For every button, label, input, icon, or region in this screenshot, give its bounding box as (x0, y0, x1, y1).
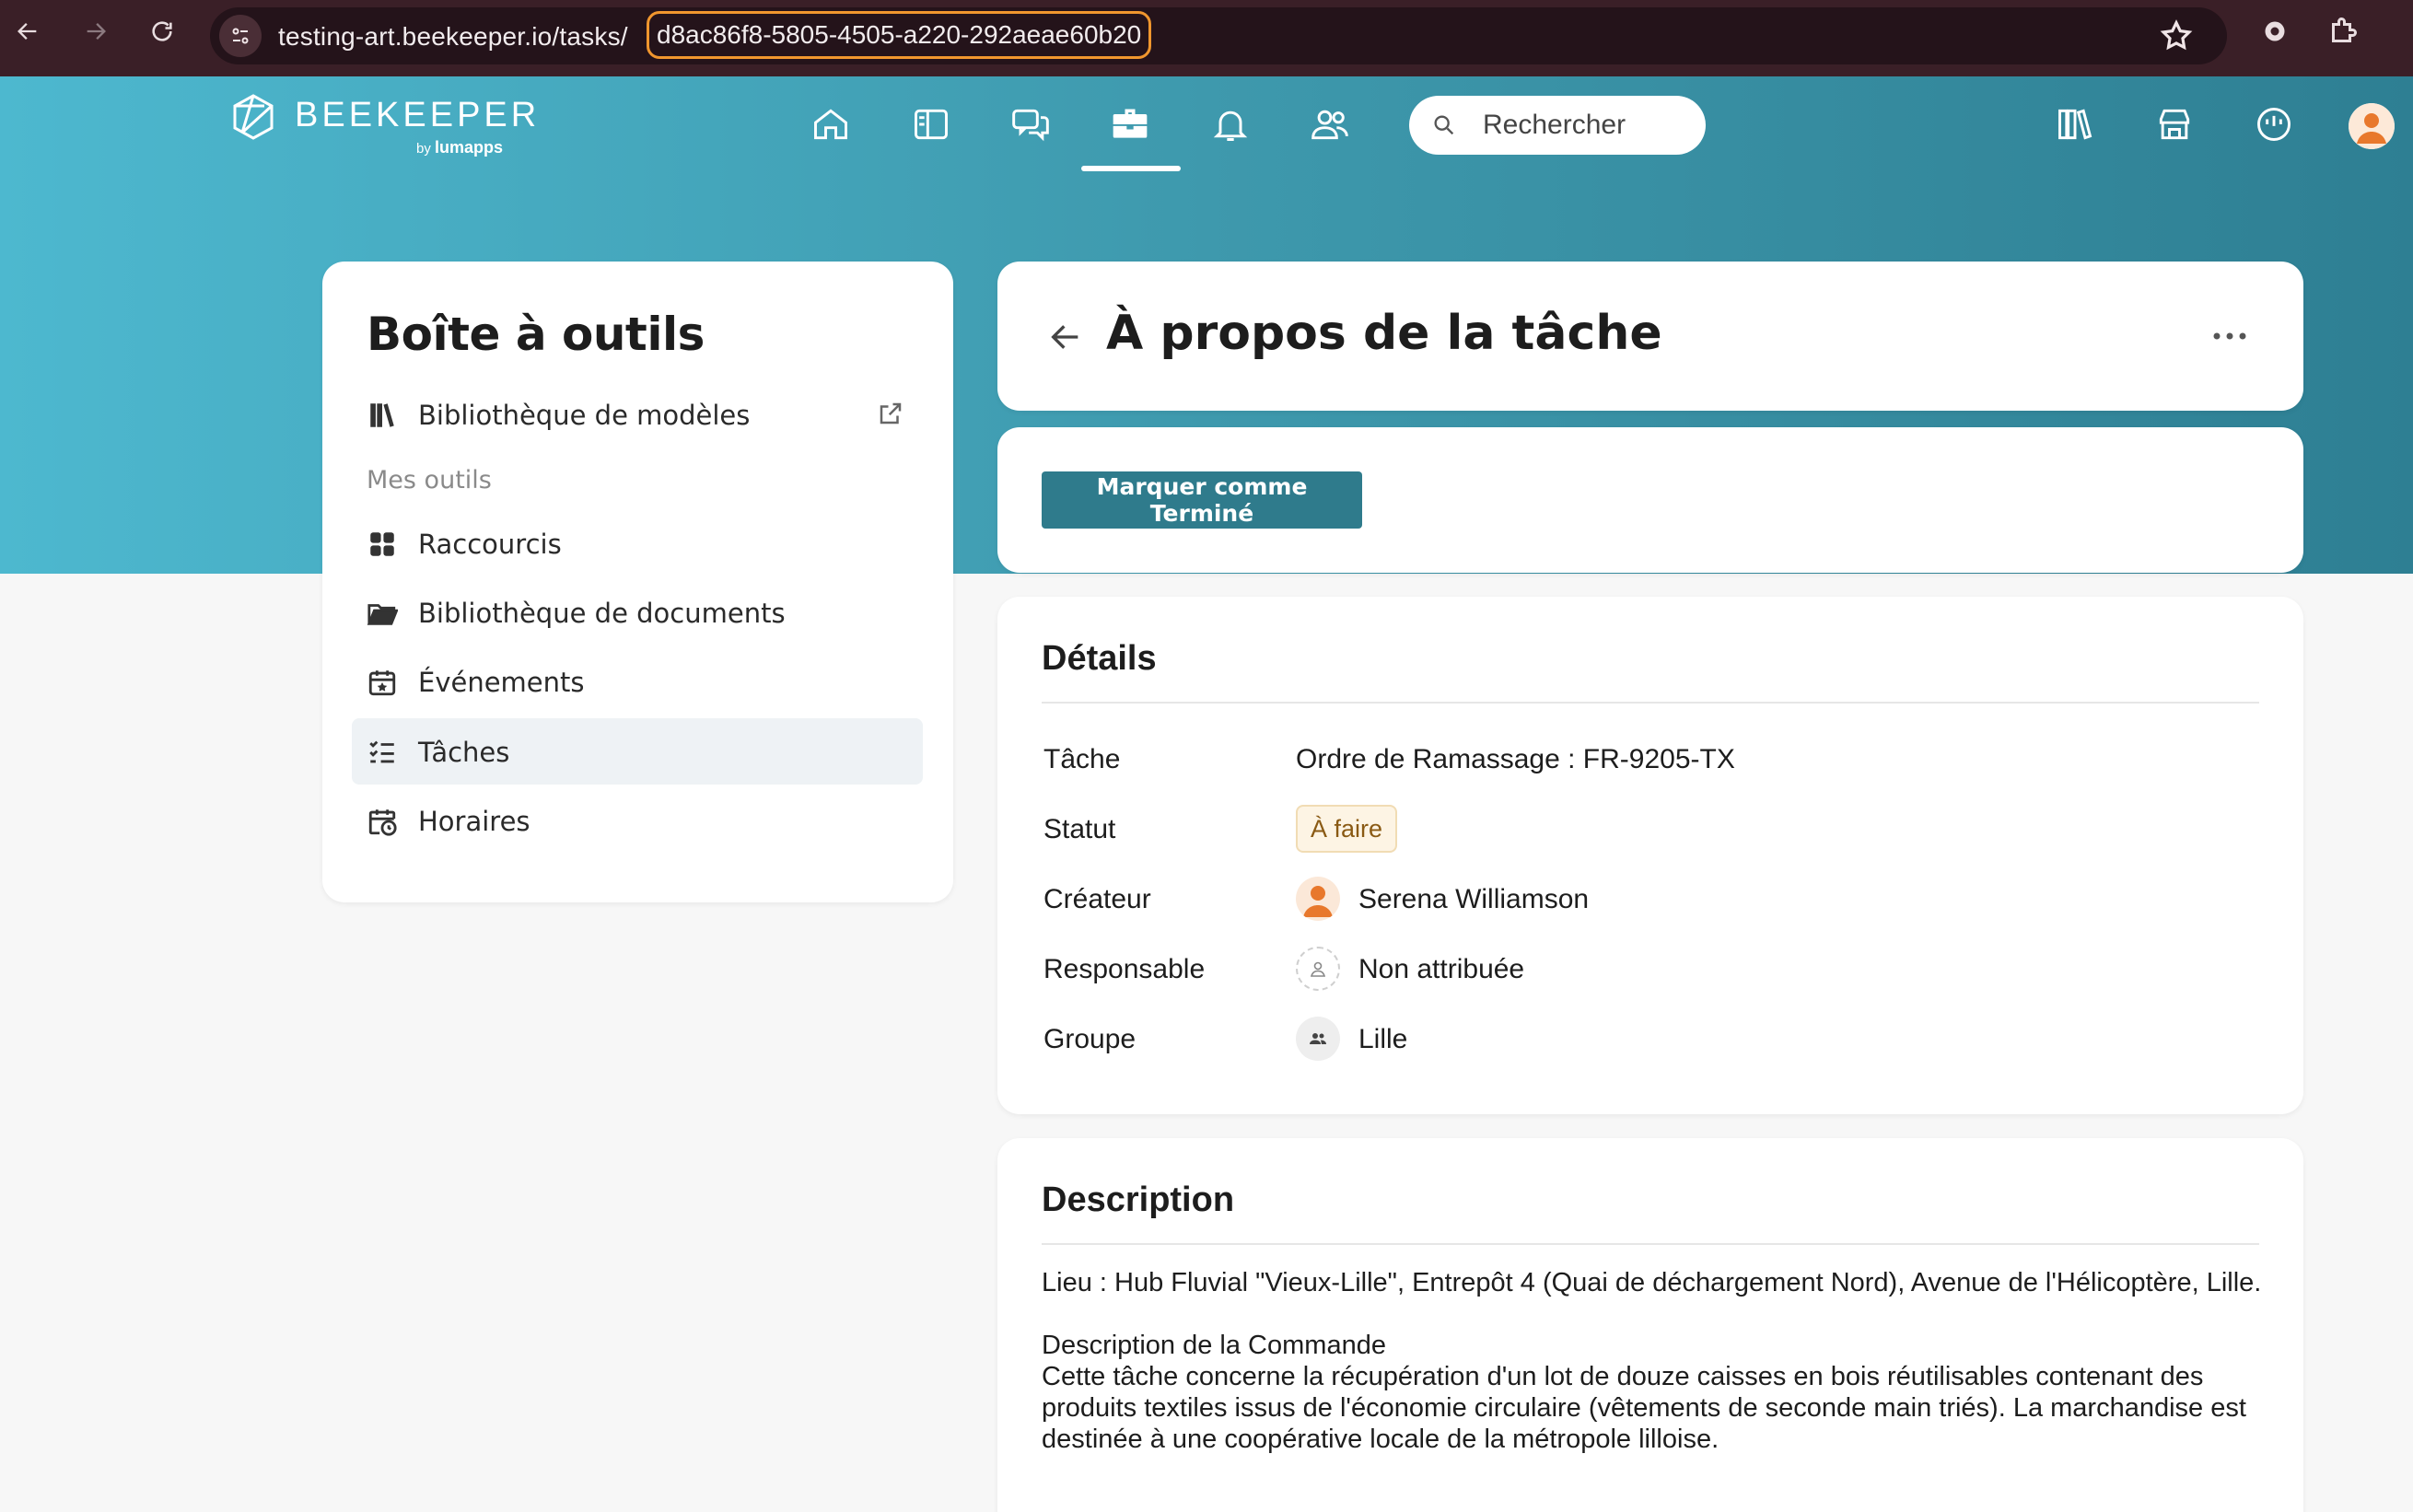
people-icon[interactable] (1307, 101, 1353, 147)
sidebar-item-label: Tâches (418, 737, 510, 768)
task-name-value: Ordre de Ramassage : FR-9205-TX (1296, 744, 1735, 774)
detail-label: Groupe (1043, 1024, 1137, 1054)
store-icon[interactable] (2151, 101, 2197, 147)
site-info-icon[interactable] (219, 15, 262, 57)
sidebar-title: Boîte à outils (367, 308, 705, 361)
task-actions-card: Marquer comme Terminé (997, 427, 2303, 573)
detail-row-assignee: Responsable Non attribuée (1043, 943, 2241, 998)
external-link-icon[interactable] (877, 400, 904, 427)
url-task-id-highlight: d8ac86f8-5805-4505-a220-292aeae60b20 (647, 11, 1152, 59)
detail-label: Tâche (1043, 744, 1121, 774)
sidebar-item-label: Bibliothèque de documents (418, 598, 786, 629)
sidebar-item-label: Horaires (418, 806, 530, 837)
sidebar-item-template-library[interactable]: Bibliothèque de modèles (352, 381, 923, 448)
sidebar-item-label: Événements (418, 667, 585, 698)
back-arrow-icon[interactable] (1047, 319, 1084, 355)
section-label-my-tools: Mes outils (367, 466, 492, 494)
description-heading: Description (1042, 1181, 1235, 1219)
chats-icon[interactable] (1008, 101, 1054, 147)
sidebar-item-document-library[interactable]: Bibliothèque de documents (352, 579, 923, 646)
search-icon (1434, 115, 1454, 135)
url-base: testing-art.beekeeper.io/tasks/ (278, 22, 628, 51)
task-description-card: Description Lieu : Hub Fluvial "Vieux-Li… (997, 1138, 2303, 1512)
active-nav-indicator (1081, 166, 1181, 171)
dashboard-gauge-icon[interactable] (2251, 101, 2297, 147)
description-divider (1042, 1243, 2259, 1245)
back-arrow-icon[interactable] (9, 13, 46, 50)
unassigned-user-icon (1296, 947, 1340, 991)
address-bar[interactable]: testing-art.beekeeper.io/tasks/ d8ac86f8… (210, 7, 2227, 64)
browser-toolbar: testing-art.beekeeper.io/tasks/ d8ac86f8… (0, 0, 2413, 76)
search-input[interactable] (1483, 107, 1695, 144)
task-header-card: À propos de la tâche (997, 262, 2303, 411)
detail-label: Statut (1043, 814, 1116, 844)
detail-row-creator: Créateur Serena Williamson (1043, 873, 2241, 928)
page-title: À propos de la tâche (1106, 306, 1662, 361)
extension-gear-icon[interactable] (2258, 15, 2291, 48)
folder-open-icon (367, 604, 398, 625)
library-icon[interactable] (2052, 101, 2098, 147)
toolbox-sidebar: Boîte à outils Bibliothèque de modèles M… (322, 262, 953, 902)
search-bar[interactable] (1409, 96, 1706, 155)
detail-label: Créateur (1043, 884, 1151, 914)
sidebar-item-schedules[interactable]: Horaires (352, 787, 923, 854)
reload-icon[interactable] (144, 13, 181, 50)
status-badge: À faire (1296, 805, 1398, 853)
user-avatar[interactable] (2349, 103, 2395, 149)
forward-arrow-icon[interactable] (77, 13, 114, 50)
sidebar-item-label: Raccourcis (418, 529, 562, 560)
task-list-icon (369, 740, 394, 763)
details-heading: Détails (1042, 639, 1157, 678)
sidebar-item-label: Bibliothèque de modèles (418, 400, 751, 431)
group-value[interactable]: Lille (1358, 1024, 1407, 1055)
grid-icon (370, 532, 394, 556)
bookmark-star-icon[interactable] (2159, 18, 2194, 53)
beekeeper-logo-icon (233, 94, 274, 140)
group-icon (1296, 1017, 1340, 1061)
creator-avatar[interactable] (1296, 877, 1340, 921)
sidebar-item-shortcuts[interactable]: Raccourcis (352, 510, 923, 576)
creator-name[interactable]: Serena Williamson (1358, 884, 1589, 915)
brand-name: BEEKEEPER (295, 96, 541, 134)
task-details-card: Détails Tâche Ordre de Ramassage : FR-92… (997, 597, 2303, 1114)
description-text: Lieu : Hub Fluvial "Vieux-Lille", Entrep… (1042, 1268, 2262, 1454)
beekeeper-logo[interactable]: BEEKEEPER by lumapps (228, 92, 536, 157)
news-icon[interactable] (908, 101, 954, 147)
mark-as-done-button[interactable]: Marquer comme Terminé (1042, 471, 1362, 529)
extensions-puzzle-icon[interactable] (2326, 15, 2360, 48)
detail-row-task: Tâche Ordre de Ramassage : FR-9205-TX (1043, 733, 2241, 788)
details-divider (1042, 702, 2259, 704)
assignee-value: Non attribuée (1358, 954, 1525, 984)
calendar-star-icon (368, 670, 396, 696)
home-icon[interactable] (808, 101, 854, 147)
detail-row-group: Groupe Lille (1043, 1013, 2241, 1068)
detail-row-status: Statut À faire (1043, 803, 2241, 858)
library-books-icon (370, 403, 394, 427)
detail-label: Responsable (1043, 954, 1206, 984)
more-options-icon[interactable] (2211, 330, 2248, 343)
sidebar-item-events[interactable]: Événements (352, 648, 923, 715)
calendar-clock-icon (368, 809, 397, 836)
sidebar-item-tasks[interactable]: Tâches (352, 718, 923, 785)
toolbox-icon[interactable] (1107, 101, 1153, 147)
brand-byline: by lumapps (416, 138, 504, 157)
notifications-bell-icon[interactable] (1207, 101, 1253, 147)
